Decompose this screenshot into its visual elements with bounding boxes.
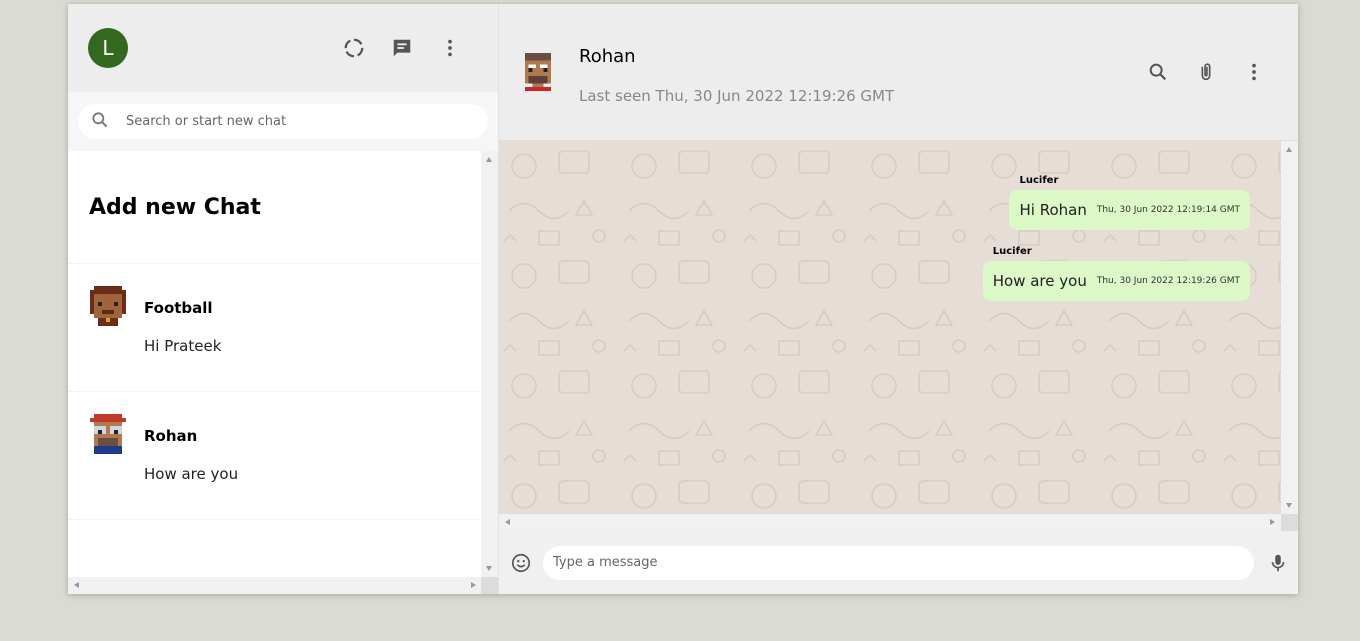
add-new-chat[interactable]: Add new Chat (68, 151, 498, 264)
emoji-icon[interactable] (509, 551, 533, 575)
message-composer (499, 531, 1298, 594)
user-avatar[interactable]: L (88, 28, 128, 68)
search-icon (90, 110, 110, 134)
chat-name: Football (144, 299, 213, 317)
search-input[interactable] (126, 114, 426, 129)
conversation-header: Rohan Last seen Thu, 30 Jun 2022 12:19:2… (499, 4, 1298, 141)
scroll-right-icon[interactable] (1270, 519, 1275, 525)
search-icon[interactable] (1146, 60, 1170, 84)
sidebar: L Add new (68, 4, 499, 594)
message-item: Lucifer How are you Thu, 30 Jun 2022 12:… (982, 246, 1250, 301)
search-box (78, 104, 488, 139)
sidebar-header: L (68, 4, 498, 92)
scroll-right-icon[interactable] (471, 582, 476, 588)
messages-vertical-scrollbar[interactable] (1281, 141, 1298, 514)
message-sender: Lucifer (992, 246, 1032, 257)
attach-icon[interactable] (1194, 60, 1218, 84)
scroll-down-icon[interactable] (1286, 503, 1292, 508)
sidebar-header-actions (342, 36, 462, 60)
football-avatar (90, 286, 126, 326)
scroll-down-icon[interactable] (486, 566, 492, 571)
conversation-actions (1146, 60, 1266, 84)
rohan-avatar (90, 414, 126, 454)
message-sender: Lucifer (1019, 175, 1059, 186)
message-area: Lucifer Hi Rohan Thu, 30 Jun 2022 12:19:… (499, 141, 1298, 514)
add-new-chat-label: Add new Chat (89, 194, 261, 220)
message-bubble: How are you Thu, 30 Jun 2022 12:19:26 GM… (982, 261, 1250, 301)
messages-horizontal-scrollbar[interactable] (499, 514, 1281, 531)
message-text: How are you (992, 272, 1087, 290)
new-chat-icon[interactable] (390, 36, 414, 60)
scrollbar-corner (1281, 514, 1298, 531)
message-timestamp: Thu, 30 Jun 2022 12:19:26 GMT (1096, 276, 1240, 286)
chat-name: Rohan (144, 427, 198, 445)
message-item: Lucifer Hi Rohan Thu, 30 Jun 2022 12:19:… (1009, 175, 1250, 230)
message-text: Hi Rohan (1019, 201, 1087, 219)
contact-name: Rohan (579, 46, 636, 67)
conversation-pane: Rohan Last seen Thu, 30 Jun 2022 12:19:2… (499, 4, 1298, 594)
contact-avatar[interactable] (521, 52, 555, 92)
chat-last-message: Hi Prateek (144, 337, 222, 355)
scroll-left-icon[interactable] (505, 519, 510, 525)
message-bubble: Hi Rohan Thu, 30 Jun 2022 12:19:14 GMT (1009, 190, 1250, 230)
scrollbar-corner (481, 577, 498, 594)
message-timestamp: Thu, 30 Jun 2022 12:19:14 GMT (1096, 205, 1240, 215)
status-icon[interactable] (342, 36, 366, 60)
chat-list: Add new Chat Football Hi Prateek Rohan H… (68, 151, 498, 594)
scroll-up-icon[interactable] (486, 157, 492, 162)
sidebar-vertical-scrollbar[interactable] (481, 151, 498, 577)
search-container (68, 92, 498, 151)
last-seen: Last seen Thu, 30 Jun 2022 12:19:26 GMT (579, 87, 895, 105)
scroll-left-icon[interactable] (74, 582, 79, 588)
chat-app: L Add new (68, 4, 1298, 594)
microphone-icon[interactable] (1266, 551, 1290, 575)
scroll-up-icon[interactable] (1286, 147, 1292, 152)
sidebar-horizontal-scrollbar[interactable] (68, 577, 482, 594)
message-input[interactable] (543, 545, 1254, 580)
chat-last-message: How are you (144, 465, 239, 483)
chat-item-football[interactable]: Football Hi Prateek (68, 264, 498, 392)
menu-icon[interactable] (1242, 60, 1266, 84)
menu-icon[interactable] (438, 36, 462, 60)
chat-item-rohan[interactable]: Rohan How are you (68, 392, 498, 520)
